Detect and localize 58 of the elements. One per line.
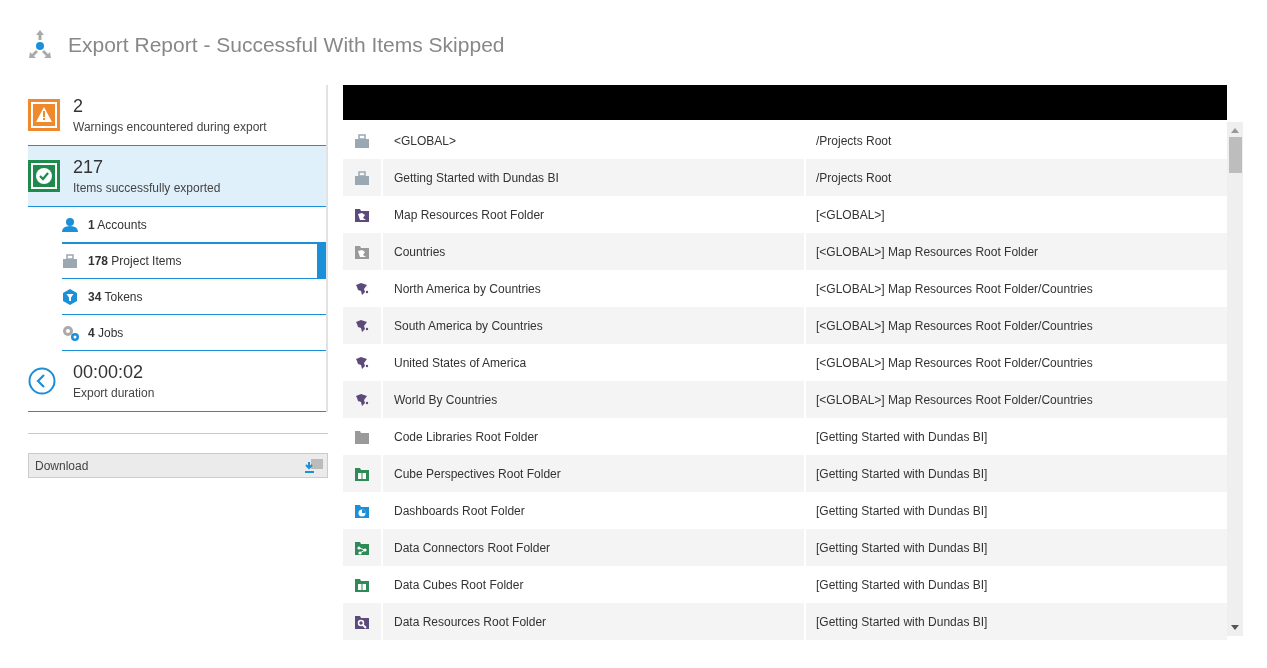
selection-bar: [317, 244, 326, 278]
category-item[interactable]: 4 Jobs: [62, 315, 326, 351]
summary-label: Warnings encountered during export: [73, 119, 267, 136]
category-item[interactable]: 178 Project Items: [62, 243, 326, 279]
map-icon: [354, 391, 370, 408]
map-icon: [354, 354, 370, 371]
table-cell: [<GLOBAL>] Map Resources Root Folder/Countries: [806, 307, 1227, 344]
duration-label: Export duration: [73, 385, 155, 402]
table-cell: [<GLOBAL>] Map Resources Root Folder: [806, 233, 1227, 270]
table-cell: Data Resources Root Folder: [383, 603, 804, 640]
token-icon: [62, 288, 80, 305]
map-icon: [354, 280, 370, 297]
table-cell: World By Countries: [383, 381, 804, 418]
map-folder-icon: [354, 243, 370, 260]
scroll-down-arrow-icon[interactable]: [1231, 625, 1239, 630]
summary-item[interactable]: 217 Items successfully exported: [28, 146, 326, 207]
table-cell: Cube Perspectives Root Folder: [383, 455, 804, 492]
briefcase-icon: [354, 169, 370, 186]
person-icon: [62, 216, 80, 233]
summary-count: 2: [73, 95, 84, 118]
table-cell: /Projects Root: [806, 159, 1227, 196]
briefcase-icon: [354, 132, 370, 149]
scroll-up-arrow-icon[interactable]: [1231, 128, 1239, 133]
summary-count: 217: [73, 156, 105, 179]
download-button[interactable]: Download: [28, 453, 328, 478]
category-item[interactable]: 34 Tokens: [62, 279, 326, 315]
download-icon: [305, 457, 323, 474]
category-label: 34 Tokens: [88, 288, 143, 306]
export-logo-icon: [28, 28, 52, 60]
cube-folder-icon: [354, 576, 370, 593]
category-label: 4 Jobs: [88, 324, 124, 342]
search-folder-icon: [354, 613, 370, 630]
dashboard-folder-icon: [354, 502, 370, 519]
page-title: Export Report - Successful With Items Skipped: [68, 32, 505, 58]
table-cell: Data Connectors Root Folder: [383, 529, 804, 566]
cube-folder-icon: [354, 465, 370, 482]
map-icon: [354, 317, 370, 334]
category-label: 178 Project Items: [88, 253, 182, 270]
scrollbar-thumb[interactable]: [1228, 137, 1242, 173]
table-cell: [Getting Started with Dundas BI]: [806, 603, 1227, 640]
scrollbar[interactable]: [1227, 122, 1243, 636]
category-item[interactable]: 1 Accounts: [62, 207, 326, 243]
category-label: 1 Accounts: [88, 216, 147, 234]
briefcase-icon: [62, 253, 80, 269]
table-cell: South America by Countries: [383, 307, 804, 344]
connector-folder-icon: [354, 539, 370, 556]
map-folder-icon: [354, 206, 370, 223]
folder-icon: [354, 428, 370, 445]
duration-value: 00:00:02: [73, 361, 145, 384]
table-cell: [Getting Started with Dundas BI]: [806, 529, 1227, 566]
checkmark-icon: [28, 160, 60, 192]
table-cell: Getting Started with Dundas BI: [383, 159, 804, 196]
gears-icon: [62, 324, 80, 341]
summary-label: Items successfully exported: [73, 180, 221, 197]
table-cell: [<GLOBAL>] Map Resources Root Folder/Countries: [806, 381, 1227, 418]
table-cell: [Getting Started with Dundas BI]: [806, 455, 1227, 492]
warning-icon: [28, 99, 60, 131]
table-cell: Countries: [383, 233, 804, 270]
